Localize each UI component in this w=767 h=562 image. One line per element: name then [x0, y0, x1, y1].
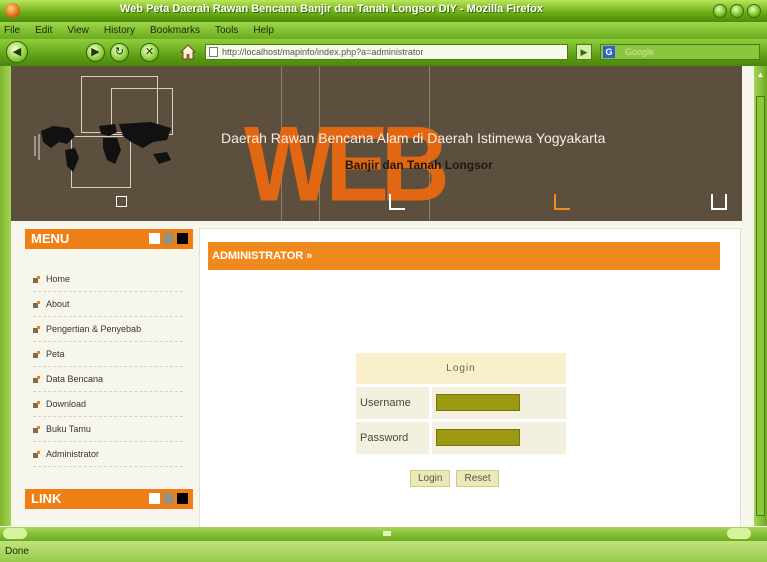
- username-field[interactable]: [436, 394, 520, 411]
- section-header: ADMINISTRATOR »: [208, 242, 720, 270]
- header-subtitle: Banjir dan Tanah Longsor: [345, 158, 493, 172]
- menu-item-home[interactable]: Home: [33, 267, 183, 292]
- login-button[interactable]: Login: [410, 470, 451, 487]
- username-row: Username: [356, 387, 566, 419]
- bullet-icon: [33, 375, 41, 383]
- bullet-icon: [33, 400, 41, 408]
- bullet-icon: [33, 450, 41, 458]
- menu-item-data-bencana[interactable]: Data Bencana: [33, 367, 183, 392]
- menu-item-label: About: [46, 299, 70, 309]
- color-square: [149, 493, 160, 504]
- menu-item-label: Home: [46, 274, 71, 284]
- color-square: [177, 233, 188, 244]
- reset-button[interactable]: Reset: [456, 470, 499, 487]
- firefox-icon: [5, 3, 20, 18]
- bullet-icon: [33, 300, 41, 308]
- color-square: [163, 233, 174, 244]
- row-separator: [429, 387, 432, 419]
- scroll-up-icon[interactable]: ▲: [756, 70, 765, 82]
- menu-item-label: Data Bencana: [46, 374, 104, 384]
- bullet-icon: [33, 350, 41, 358]
- color-square: [177, 493, 188, 504]
- minimize-button[interactable]: [713, 4, 727, 18]
- window-title: Web Peta Daerah Rawan Bencana Banjir dan…: [120, 3, 543, 15]
- link-header: LINK: [25, 489, 193, 509]
- navigation-toolbar: ◀ ▶ ↻ ✕ http://localhost/mapinfo/index.p…: [0, 39, 767, 66]
- menu-item-about[interactable]: About: [33, 292, 183, 317]
- menu-item-label: Peta: [46, 349, 65, 359]
- close-button[interactable]: [747, 4, 761, 18]
- bullet-icon: [33, 425, 41, 433]
- menu-item-peta[interactable]: Peta: [33, 342, 183, 367]
- row-separator: [429, 422, 432, 454]
- scroll-left-icon[interactable]: [3, 528, 27, 539]
- sidebar: MENU Home About Pengertian & Penyebab Pe…: [11, 221, 193, 526]
- stop-icon[interactable]: ✕: [140, 43, 159, 62]
- menu-item-label: Administrator: [46, 449, 100, 459]
- google-icon: G: [603, 46, 615, 58]
- section-title: ADMINISTRATOR »: [212, 250, 313, 262]
- window-titlebar: Web Peta Daerah Rawan Bencana Banjir dan…: [0, 0, 767, 22]
- page-viewport: WEB Daerah Rawan Bencana Alam di Daerah …: [0, 66, 767, 541]
- username-label: Username: [360, 397, 411, 409]
- login-title: Login: [356, 353, 566, 384]
- menu-file[interactable]: File: [4, 25, 20, 36]
- bullet-icon: [33, 275, 41, 283]
- menu-bookmarks[interactable]: Bookmarks: [150, 25, 200, 36]
- menu-item-download[interactable]: Download: [33, 392, 183, 417]
- corner-mark: [554, 194, 570, 210]
- menu-history[interactable]: History: [104, 25, 135, 36]
- site-header: WEB Daerah Rawan Bencana Alam di Daerah …: [11, 66, 742, 221]
- bullet-icon: [33, 325, 41, 333]
- menu-item-administrator[interactable]: Administrator: [33, 442, 183, 467]
- home-icon[interactable]: [180, 44, 196, 60]
- menu-tools[interactable]: Tools: [215, 25, 238, 36]
- password-field[interactable]: [436, 429, 520, 446]
- header-square: [116, 196, 127, 207]
- forward-icon[interactable]: ▶: [86, 43, 105, 62]
- menu-view[interactable]: View: [67, 25, 89, 36]
- go-button[interactable]: ▶: [576, 44, 592, 60]
- main-content: ADMINISTRATOR » Login Username Password …: [199, 228, 741, 528]
- maximize-button[interactable]: [730, 4, 744, 18]
- menu-help[interactable]: Help: [253, 25, 274, 36]
- color-square: [163, 493, 174, 504]
- color-square: [149, 233, 160, 244]
- form-buttons: Login Reset: [410, 470, 499, 487]
- menu-list: Home About Pengertian & Penyebab Peta Da…: [33, 267, 183, 467]
- scroll-right-icon[interactable]: [727, 528, 751, 539]
- horizontal-scrollbar[interactable]: [0, 527, 767, 541]
- menu-header: MENU: [25, 229, 193, 249]
- search-placeholder: Google: [625, 47, 655, 57]
- corner-mark: [389, 194, 405, 210]
- back-icon[interactable]: ◀: [6, 41, 28, 63]
- search-input[interactable]: G Google ⌕: [600, 44, 760, 60]
- window-controls: [713, 4, 761, 18]
- url-input[interactable]: http://localhost/mapinfo/index.php?a=adm…: [205, 44, 568, 60]
- menu-item-label: Download: [46, 399, 87, 409]
- menu-item-pengertian[interactable]: Pengertian & Penyebab: [33, 317, 183, 342]
- scrollbar-grip[interactable]: [383, 531, 391, 536]
- scrollbar-thumb[interactable]: [756, 96, 765, 516]
- menu-edit[interactable]: Edit: [35, 25, 52, 36]
- reload-icon[interactable]: ↻: [110, 43, 129, 62]
- status-text: Done: [5, 546, 29, 557]
- login-form: Login Username Password: [356, 353, 566, 454]
- menu-bar: File Edit View History Bookmarks Tools H…: [0, 22, 767, 39]
- status-bar: Done: [0, 541, 767, 562]
- menu-item-label: Buku Tamu: [46, 424, 91, 434]
- password-row: Password: [356, 422, 566, 454]
- world-map-icon: [34, 122, 171, 172]
- menu-item-label: Pengertian & Penyebab: [46, 324, 142, 334]
- corner-mark: [711, 194, 727, 210]
- left-frame: [0, 66, 11, 526]
- vertical-scrollbar[interactable]: ▲: [754, 66, 767, 526]
- menu-item-buku-tamu[interactable]: Buku Tamu: [33, 417, 183, 442]
- link-title: LINK: [31, 491, 62, 506]
- menu-title: MENU: [31, 231, 70, 246]
- password-label: Password: [360, 432, 409, 444]
- header-title: Daerah Rawan Bencana Alam di Daerah Isti…: [221, 130, 606, 146]
